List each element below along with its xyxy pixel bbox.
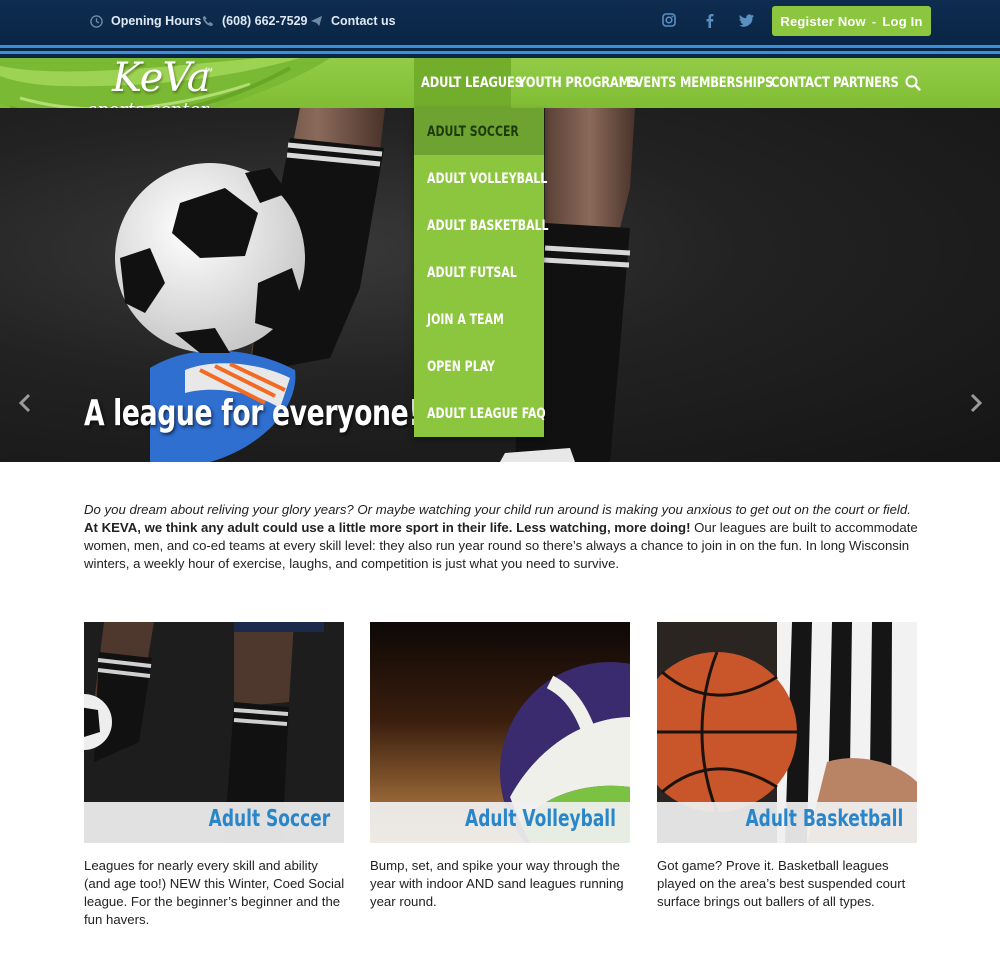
dropdown-label: ADULT SOCCER <box>427 123 519 140</box>
dropdown-label: ADULT LEAGUE FAQ <box>427 405 546 422</box>
card-image[interactable]: Adult Volleyball <box>370 622 630 843</box>
facebook-icon[interactable] <box>700 11 718 29</box>
phone-label: (608) 662-7529 <box>222 14 308 28</box>
nav-memberships[interactable]: MEMBERSHIPS <box>680 58 773 108</box>
card-title[interactable]: Adult Volleyball <box>465 806 616 832</box>
dropdown-label: ADULT FUTSAL <box>427 264 517 281</box>
dropdown-adult-soccer[interactable]: ADULT SOCCER <box>414 108 544 155</box>
dropdown-label: JOIN A TEAM <box>427 311 504 328</box>
paper-plane-icon <box>310 15 323 27</box>
card-adult-basketball[interactable]: Adult Basketball Got game? Prove it. Bas… <box>657 622 917 911</box>
keva-logo[interactable]: KeVa <box>112 58 211 98</box>
adult-leagues-dropdown: ADULT SOCCER ADULT VOLLEYBALL ADULT BASK… <box>414 108 548 437</box>
card-adult-soccer[interactable]: Adult Soccer Leagues for nearly every sk… <box>84 622 344 929</box>
logo-trademark: ™ <box>204 66 213 76</box>
nav-adult-leagues[interactable]: ADULT LEAGUES <box>421 58 523 108</box>
card-title[interactable]: Adult Basketball <box>745 806 903 832</box>
nav-youth-programs[interactable]: YOUTH PROGRAMS <box>518 58 638 108</box>
hero-caption: A league for everyone! <box>84 393 421 434</box>
opening-hours-label: Opening Hours <box>111 14 202 28</box>
card-description: Leagues for nearly every skill and abili… <box>84 858 345 927</box>
slider-prev-arrow-icon[interactable] <box>17 393 33 413</box>
search-icon[interactable] <box>904 74 922 92</box>
clock-icon <box>90 14 103 28</box>
nav-events[interactable]: EVENTS <box>627 58 676 108</box>
nav-contact[interactable]: CONTACT <box>771 58 830 108</box>
intro-bold: At KEVA, we think any adult could use a … <box>84 520 691 535</box>
card-image[interactable]: Adult Soccer <box>84 622 344 843</box>
dropdown-adult-league-faq[interactable]: ADULT LEAGUE FAQ <box>414 390 546 437</box>
dropdown-label: ADULT BASKETBALL <box>427 217 549 234</box>
dropdown-label: OPEN PLAY <box>427 358 495 375</box>
dropdown-adult-volleyball[interactable]: ADULT VOLLEYBALL <box>414 155 548 202</box>
dropdown-adult-futsal[interactable]: ADULT FUTSAL <box>414 249 544 296</box>
intro-italic: Do you dream about reliving your glory y… <box>84 502 911 517</box>
dropdown-adult-basketball[interactable]: ADULT BASKETBALL <box>414 202 548 249</box>
phone-link[interactable]: (608) 662-7529 <box>202 0 307 42</box>
card-description: Bump, set, and spike your way through th… <box>370 858 624 909</box>
instagram-icon[interactable] <box>660 11 678 29</box>
dropdown-open-play[interactable]: OPEN PLAY <box>414 343 544 390</box>
opening-hours-link[interactable]: Opening Hours <box>90 0 201 42</box>
stripe-2 <box>0 51 1000 54</box>
dropdown-label: ADULT VOLLEYBALL <box>427 170 548 187</box>
dropdown-join-a-team[interactable]: JOIN A TEAM <box>414 296 544 343</box>
intro-paragraph: Do you dream about reliving your glory y… <box>84 501 920 573</box>
contact-us-label: Contact us <box>331 14 396 28</box>
phone-icon <box>202 15 214 27</box>
card-title[interactable]: Adult Soccer <box>209 806 330 832</box>
top-utility-bar: Opening Hours (608) 662-7529 Contact us … <box>0 0 1000 42</box>
card-image[interactable]: Adult Basketball <box>657 622 917 843</box>
stripe-1 <box>0 45 1000 48</box>
slider-next-arrow-icon[interactable] <box>968 393 984 413</box>
register-separator: - <box>871 13 877 29</box>
card-adult-volleyball[interactable]: Adult Volleyball Bump, set, and spike yo… <box>370 622 630 911</box>
log-in-label[interactable]: Log In <box>882 14 922 29</box>
contact-us-link[interactable]: Contact us <box>310 0 396 42</box>
card-description: Got game? Prove it. Basketball leagues p… <box>657 858 906 909</box>
twitter-icon[interactable] <box>737 11 755 29</box>
nav-partners[interactable]: PARTNERS <box>833 58 899 108</box>
register-login-button[interactable]: Register Now - Log In <box>772 6 931 36</box>
register-now-label[interactable]: Register Now <box>780 14 865 29</box>
